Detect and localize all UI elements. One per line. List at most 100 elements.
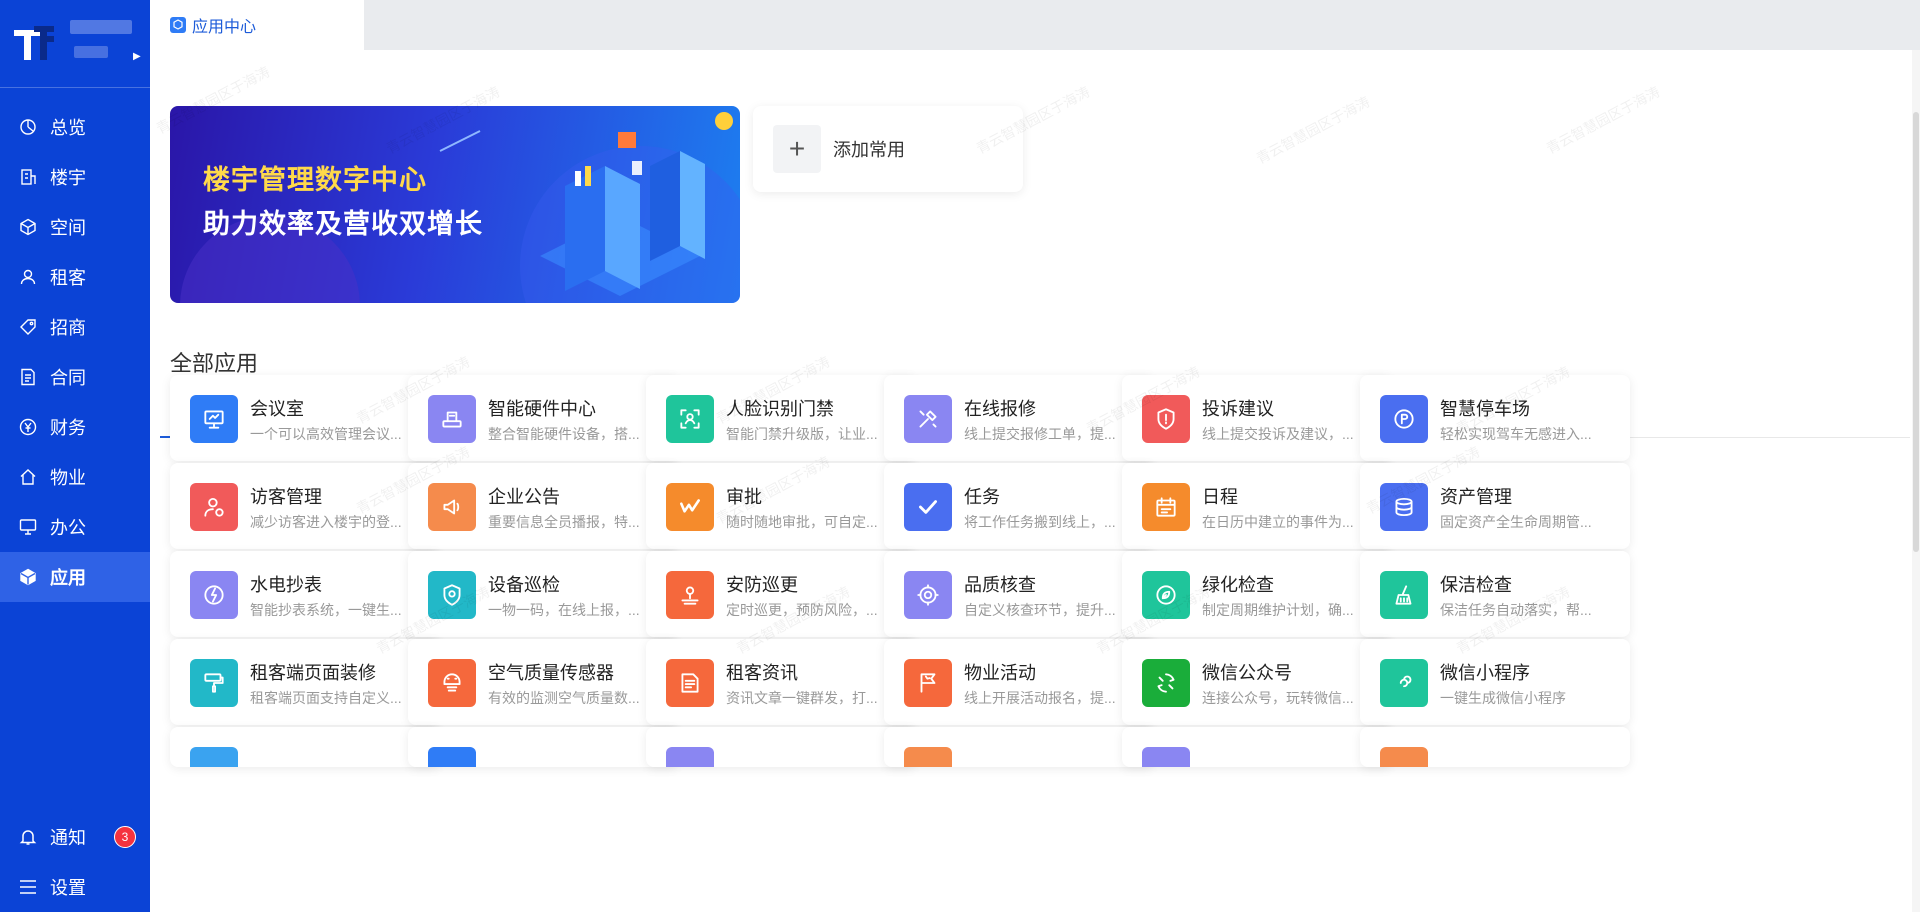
nav-label: 办公 xyxy=(50,518,86,538)
app-card[interactable]: 空气质量传感器 有效的监测空气质量数... xyxy=(408,639,678,725)
app-desc: 一物一码，在线上报，... xyxy=(488,602,640,618)
watermark-text: 青云智慧园区于海涛 xyxy=(1543,83,1663,157)
app-desc: 在日历中建立的事件为... xyxy=(1202,514,1354,530)
home-icon xyxy=(18,467,38,487)
app-card[interactable]: 微信公众号 连接公众号，玩转微信... xyxy=(1122,639,1392,725)
main-nav: 总览楼宇 空间 租客 招商 合同财务物业办公应用 xyxy=(0,102,150,602)
app-card[interactable]: 保洁检查保洁任务自动落实，帮... xyxy=(1360,551,1630,637)
nav-item-settings[interactable]: 设置 xyxy=(0,862,150,912)
nav-item-5[interactable]: 合同 xyxy=(0,352,150,402)
nav-item-6[interactable]: 财务 xyxy=(0,402,150,452)
app-card[interactable]: 审批随时随地审批，可自定... xyxy=(646,463,916,549)
meeting-icon xyxy=(190,395,238,443)
caret-right-icon[interactable]: ▶ xyxy=(133,51,141,62)
app-name: 微信公众号 xyxy=(1202,663,1292,683)
section-title: 全部应用 xyxy=(170,351,259,376)
app-card-partial[interactable] xyxy=(884,727,1154,767)
nav-label: 财务 xyxy=(50,418,86,438)
nav-item-2[interactable]: 空间 xyxy=(0,202,150,252)
tab-app-center[interactable]: 应用中心 xyxy=(150,0,364,50)
app-card[interactable]: 物业活动 线上开展活动报名，提... xyxy=(884,639,1154,725)
app-card[interactable]: 企业公告 重要信息全员播报，特... xyxy=(408,463,678,549)
add-common-button[interactable]: + 添加常用 xyxy=(753,106,1023,192)
nav-item-9[interactable]: 应用 xyxy=(0,552,150,602)
app-name: 访客管理 xyxy=(250,487,322,507)
quality-icon xyxy=(904,571,952,619)
app-desc: 线上开展活动报名，提... xyxy=(964,690,1116,706)
app-card[interactable]: 在线报修 线上提交报修工单，提... xyxy=(884,375,1154,461)
org-name-redacted xyxy=(70,20,132,34)
app-desc: 轻松实现驾车无感进入... xyxy=(1440,426,1592,442)
app-name: 绿化检查 xyxy=(1202,575,1274,595)
app-desc: 保洁任务自动落实，帮... xyxy=(1440,602,1592,618)
speaker-icon xyxy=(428,483,476,531)
app-name: 日程 xyxy=(1202,487,1238,507)
app-name: 人脸识别门禁 xyxy=(726,399,834,419)
app-card[interactable]: 绿化检查 制定周期维护计划，确... xyxy=(1122,551,1392,637)
cube-icon xyxy=(18,217,38,237)
app-card[interactable]: 水电抄表 智能抄表系统，一键生... xyxy=(170,551,440,637)
nav-item-8[interactable]: 办公 xyxy=(0,502,150,552)
app-desc: 智能抄表系统，一键生... xyxy=(250,602,402,618)
app-card-partial[interactable] xyxy=(1122,727,1392,767)
nav-item-4[interactable]: 招商 xyxy=(0,302,150,352)
app-card[interactable]: 租客端页面装修 租客端页面支持自定义... xyxy=(170,639,440,725)
app-card[interactable]: 品质核查 自定义核查环节，提升... xyxy=(884,551,1154,637)
logo-area[interactable]: ▶ xyxy=(0,0,150,88)
flag-icon xyxy=(904,659,952,707)
app-card[interactable]: 智慧停车场 轻松实现驾车无感进入... xyxy=(1360,375,1630,461)
app-icon-partial xyxy=(1380,747,1428,767)
miniprogram-icon xyxy=(1380,659,1428,707)
nav-label: 通知 xyxy=(50,828,86,848)
app-card-partial[interactable] xyxy=(408,727,678,767)
app-card-partial[interactable] xyxy=(1360,727,1630,767)
app-card[interactable]: 设备巡检一物一码，在线上报，... xyxy=(408,551,678,637)
nav-item-7[interactable]: 物业 xyxy=(0,452,150,502)
tools-icon xyxy=(904,395,952,443)
nav-item-notify[interactable]: 通知 3 xyxy=(0,812,150,862)
scrollbar[interactable] xyxy=(1912,50,1920,912)
app-card[interactable]: 微信小程序 一键生成微信小程序 xyxy=(1360,639,1630,725)
app-desc: 整合智能硬件设备，搭... xyxy=(488,426,640,442)
app-desc: 减少访客进入楼宇的登... xyxy=(250,514,402,530)
yuan-icon xyxy=(18,417,38,437)
app-desc: 将工作任务搬到线上，... xyxy=(964,514,1116,530)
nav-item-1[interactable]: 楼宇 xyxy=(0,152,150,202)
app-card[interactable]: 任务 将工作任务搬到线上，... xyxy=(884,463,1154,549)
app-desc: 固定资产全生命周期管... xyxy=(1440,514,1592,530)
app-card[interactable]: 人脸识别门禁 智能门禁升级版，让业... xyxy=(646,375,916,461)
nav-item-0[interactable]: 总览 xyxy=(0,102,150,152)
app-card[interactable]: 资产管理固定资产全生命周期管... xyxy=(1360,463,1630,549)
scrollbar-thumb[interactable] xyxy=(1913,112,1919,552)
app-card[interactable]: 会议室 一个可以高效管理会议... xyxy=(170,375,440,461)
app-icon-partial xyxy=(666,747,714,767)
app-card[interactable]: 投诉建议 线上提交投诉及建议，... xyxy=(1122,375,1392,461)
tag-icon xyxy=(18,317,38,337)
app-card-partial[interactable] xyxy=(646,727,916,767)
app-name: 安防巡更 xyxy=(726,575,798,595)
app-name: 保洁检查 xyxy=(1440,575,1512,595)
logo-icon xyxy=(14,26,54,60)
app-desc: 随时随地审批，可自定... xyxy=(726,514,878,530)
app-name: 投诉建议 xyxy=(1202,399,1274,419)
watermark-text: 青云智慧园区于海涛 xyxy=(1253,93,1373,167)
app-card[interactable]: 安防巡更 定时巡更，预防风险，... xyxy=(646,551,916,637)
promo-banner[interactable]: 楼宇管理数字中心 助力效率及营收双增长 xyxy=(170,106,740,303)
check-icon xyxy=(904,483,952,531)
app-card[interactable]: 智能硬件中心整合智能硬件设备，搭... xyxy=(408,375,678,461)
app-name: 设备巡检 xyxy=(488,575,560,595)
app-name: 审批 xyxy=(726,487,762,507)
app-card[interactable]: 访客管理减少访客进入楼宇的登... xyxy=(170,463,440,549)
app-card-partial[interactable] xyxy=(170,727,440,767)
app-name: 智能硬件中心 xyxy=(488,399,596,419)
app-name: 租客资讯 xyxy=(726,663,798,683)
app-card[interactable]: 日程在日历中建立的事件为... xyxy=(1122,463,1392,549)
banner-subheadline: 助力效率及营收双增长 xyxy=(203,209,483,239)
app-card[interactable]: 租客资讯 资讯文章一键群发，打... xyxy=(646,639,916,725)
nav-label: 总览 xyxy=(50,118,86,138)
app-name: 资产管理 xyxy=(1440,487,1512,507)
nav-item-3[interactable]: 租客 xyxy=(0,252,150,302)
monitor-icon xyxy=(18,517,38,537)
app-name: 企业公告 xyxy=(488,487,560,507)
app-desc: 自定义核查环节，提升... xyxy=(964,602,1116,618)
